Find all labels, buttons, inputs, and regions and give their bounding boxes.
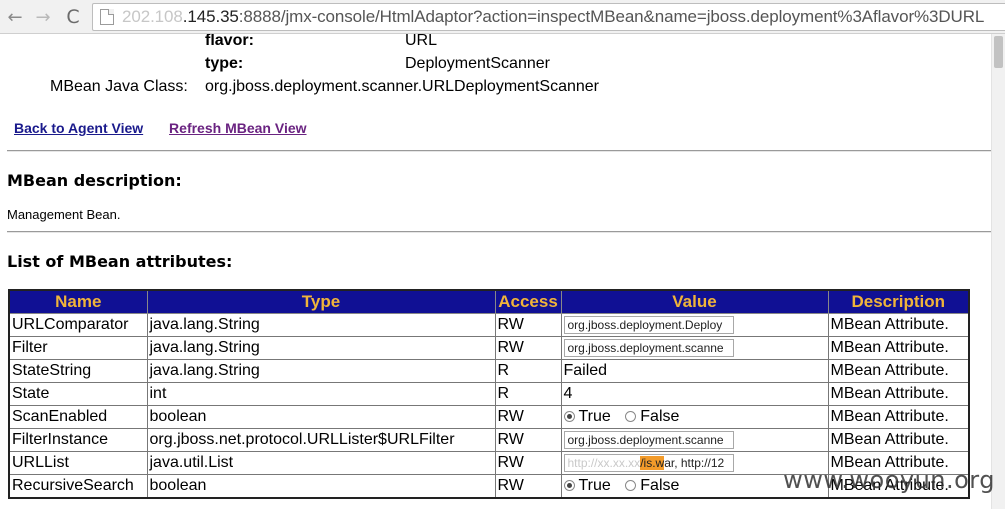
attr-access: RW (494, 405, 562, 429)
attr-type: java.lang.String (146, 313, 496, 337)
column-header-name: Name (8, 289, 148, 314)
attr-access: RW (494, 474, 562, 499)
attr-access: R (494, 359, 562, 383)
browser-toolbar: ← → C 202.108.145.35:8888/jmx-console/Ht… (0, 0, 1005, 34)
attr-type: boolean (146, 405, 496, 429)
address-bar[interactable]: 202.108.145.35:8888/jmx-console/HtmlAdap… (92, 3, 1005, 31)
value-input[interactable]: org.jboss.deployment.scanne (563, 430, 734, 449)
divider (7, 150, 1005, 152)
page-content: flavor: URL type: DeploymentScanner MBea… (0, 34, 1005, 509)
attr-type: java.util.List (146, 451, 496, 475)
attr-name: RecursiveSearch (8, 474, 148, 499)
attr-type: java.lang.String (146, 359, 496, 383)
attr-name: Filter (8, 336, 148, 360)
table-row: ScanEnabled boolean RW True False MBean … (8, 405, 970, 429)
false-radio[interactable] (625, 480, 637, 492)
value-input[interactable]: org.jboss.deployment.Deploy (563, 315, 734, 334)
false-label: False (640, 476, 680, 494)
attr-access: RW (494, 428, 562, 452)
attr-name: URLList (8, 451, 148, 475)
column-header-access: Access (494, 289, 562, 314)
attr-access: RW (494, 336, 562, 360)
address-url[interactable]: 202.108.145.35:8888/jmx-console/HtmlAdap… (122, 7, 984, 27)
watermark: www.wooyun.org (783, 466, 995, 494)
table-row: StateString java.lang.String R Failed MB… (8, 359, 970, 383)
attr-access: RW (494, 313, 562, 337)
attr-name: StateString (8, 359, 148, 383)
attr-type: org.jboss.net.protocol.URLLister$URLFilt… (146, 428, 496, 452)
attr-name: URLComparator (8, 313, 148, 337)
type-label: type: (205, 55, 244, 72)
attr-description: MBean Attribute. (827, 405, 970, 429)
highlighted-text: /is.w (640, 455, 665, 470)
divider (7, 231, 1005, 233)
attr-description: MBean Attribute. (827, 336, 970, 360)
attr-value-cell: True False (560, 405, 829, 429)
class-value: org.jboss.deployment.scanner.URLDeployme… (205, 78, 599, 95)
flavor-label: flavor: (205, 34, 254, 49)
value-input[interactable]: org.jboss.deployment.scanne (563, 338, 734, 357)
page-icon (100, 9, 114, 25)
attr-access: RW (494, 451, 562, 475)
true-radio[interactable] (563, 480, 575, 492)
attr-access: R (494, 382, 562, 406)
description-heading: MBean description: (7, 171, 182, 190)
description-text: Management Bean. (7, 207, 121, 222)
column-header-type: Type (146, 289, 496, 314)
refresh-mbean-view-link[interactable]: Refresh MBean View (169, 120, 306, 136)
attr-value-cell: org.jboss.deployment.scanne (560, 428, 829, 452)
flavor-value: URL (405, 34, 438, 49)
attr-value-cell: org.jboss.deployment.scanne (560, 336, 829, 360)
table-header-row: Name Type Access Value Description (8, 289, 970, 314)
column-header-description: Description (827, 289, 970, 314)
true-label: True (578, 476, 611, 494)
attr-description: MBean Attribute. (827, 359, 970, 383)
table-row: Filter java.lang.String RW org.jboss.dep… (8, 336, 970, 360)
table-row: URLComparator java.lang.String RW org.jb… (8, 313, 970, 337)
attr-type: int (146, 382, 496, 406)
table-row: State int R 4 MBean Attribute. (8, 382, 970, 406)
attr-description: MBean Attribute. (827, 313, 970, 337)
attr-value-cell: org.jboss.deployment.Deploy (560, 313, 829, 337)
arrow-left-icon[interactable]: ← (4, 6, 26, 28)
attr-description: MBean Attribute. (827, 428, 970, 452)
vertical-scrollbar[interactable] (991, 34, 1005, 509)
attr-value: 4 (560, 382, 829, 406)
attr-type: java.lang.String (146, 336, 496, 360)
column-header-value: Value (560, 289, 829, 314)
type-value: DeploymentScanner (405, 55, 550, 72)
true-radio[interactable] (563, 411, 575, 423)
attr-name: ScanEnabled (8, 405, 148, 429)
attributes-heading: List of MBean attributes: (7, 252, 233, 271)
attr-type: boolean (146, 474, 496, 499)
attr-value: Failed (560, 359, 829, 383)
class-label: MBean Java Class: (50, 78, 188, 95)
false-label: False (640, 407, 680, 425)
attr-description: MBean Attribute. (827, 382, 970, 406)
reload-icon[interactable]: C (62, 6, 84, 28)
back-to-agent-view-link[interactable]: Back to Agent View (14, 120, 143, 136)
scrollbar-thumb[interactable] (994, 36, 1003, 68)
url-list-input[interactable]: http://xx.xx.xx/is.war, http://12 (563, 453, 734, 472)
table-row: FilterInstance org.jboss.net.protocol.UR… (8, 428, 970, 452)
attr-name: FilterInstance (8, 428, 148, 452)
nav-links: Back to Agent View Refresh MBean View (14, 120, 307, 136)
false-radio[interactable] (625, 411, 637, 423)
arrow-right-icon[interactable]: → (32, 6, 54, 28)
true-label: True (578, 407, 611, 425)
attr-name: State (8, 382, 148, 406)
